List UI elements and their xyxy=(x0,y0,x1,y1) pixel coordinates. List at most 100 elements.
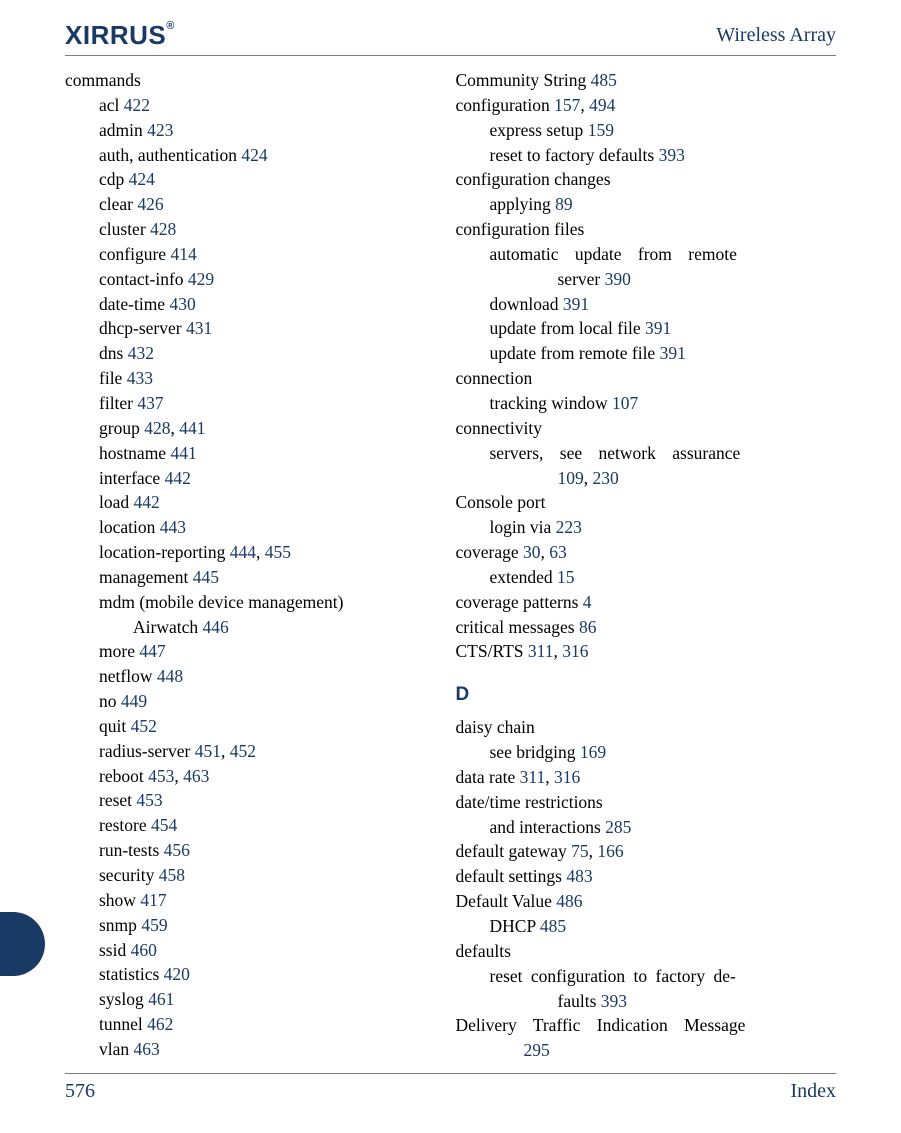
page-ref[interactable]: 417 xyxy=(140,890,166,910)
page-ref[interactable]: 433 xyxy=(127,368,153,388)
index-subentry: update from remote file 391 xyxy=(456,341,837,366)
page-ref[interactable]: 456 xyxy=(164,840,190,860)
page-ref[interactable]: 437 xyxy=(137,393,163,413)
index-entry: reboot 453, 463 xyxy=(65,764,446,789)
index-columns: commands acl 422 admin 423 auth, authent… xyxy=(65,68,836,1063)
page-ref[interactable]: 157 xyxy=(554,95,580,115)
page-ref[interactable]: 459 xyxy=(141,915,167,935)
page-ref[interactable]: 444 xyxy=(230,542,256,562)
index-entry: interface 442 xyxy=(65,466,446,491)
page-ref[interactable]: 422 xyxy=(124,95,150,115)
page-ref[interactable]: 445 xyxy=(193,567,219,587)
page-ref[interactable]: 463 xyxy=(134,1039,160,1059)
page-ref[interactable]: 89 xyxy=(555,194,573,214)
page-ref[interactable]: 393 xyxy=(659,145,685,165)
page-ref[interactable]: 414 xyxy=(170,244,196,264)
page-ref[interactable]: 485 xyxy=(540,916,566,936)
page-ref[interactable]: 86 xyxy=(579,617,597,637)
index-heading: date/time restrictions xyxy=(456,790,837,815)
page-ref[interactable]: 109 xyxy=(558,468,584,488)
page-ref[interactable]: 441 xyxy=(179,418,205,438)
page-ref[interactable]: 455 xyxy=(265,542,291,562)
page-ref[interactable]: 447 xyxy=(139,641,165,661)
page-ref[interactable]: 4 xyxy=(583,592,592,612)
page-ref[interactable]: 454 xyxy=(151,815,177,835)
letter-heading-d: D xyxy=(456,682,837,709)
page-ref[interactable]: 285 xyxy=(605,817,631,837)
page-ref[interactable]: 424 xyxy=(129,169,155,189)
page-ref[interactable]: 166 xyxy=(597,841,623,861)
page-ref[interactable]: 428 xyxy=(150,219,176,239)
page-ref[interactable]: 448 xyxy=(157,666,183,686)
index-entry: reset 453 xyxy=(65,788,446,813)
page-ref[interactable]: 486 xyxy=(556,891,582,911)
index-heading: Console port xyxy=(456,490,837,515)
page-ref[interactable]: 462 xyxy=(147,1014,173,1034)
page-content: XIRRUS® Wireless Array commands acl 422 … xyxy=(0,0,901,1063)
page-ref[interactable]: 428 xyxy=(144,418,170,438)
page-ref[interactable]: 485 xyxy=(591,70,617,90)
page-ref[interactable]: 429 xyxy=(188,269,214,289)
page-ref[interactable]: 442 xyxy=(165,468,191,488)
index-entry: Default Value 486 xyxy=(456,889,837,914)
page-ref[interactable]: 431 xyxy=(186,318,212,338)
page-ref[interactable]: 430 xyxy=(169,294,195,314)
page-ref[interactable]: 391 xyxy=(563,294,589,314)
page-ref[interactable]: 453 xyxy=(148,766,174,786)
page-ref[interactable]: 461 xyxy=(148,989,174,1009)
page-ref[interactable]: 452 xyxy=(230,741,256,761)
page-ref[interactable]: 452 xyxy=(131,716,157,736)
page-ref[interactable]: 295 xyxy=(524,1040,550,1060)
page-ref[interactable]: 458 xyxy=(159,865,185,885)
page-ref[interactable]: 316 xyxy=(562,641,588,661)
page-ref[interactable]: 424 xyxy=(241,145,267,165)
page-ref[interactable]: 451 xyxy=(195,741,221,761)
left-column: commands acl 422 admin 423 auth, authent… xyxy=(65,68,446,1063)
page-ref[interactable]: 449 xyxy=(121,691,147,711)
page-ref[interactable]: 420 xyxy=(164,964,190,984)
page-ref[interactable]: 463 xyxy=(183,766,209,786)
page-ref[interactable]: 169 xyxy=(580,742,606,762)
page-ref[interactable]: 159 xyxy=(588,120,614,140)
page-ref[interactable]: 393 xyxy=(601,991,627,1011)
page-ref[interactable]: 390 xyxy=(605,269,631,289)
page-ref[interactable]: 391 xyxy=(660,343,686,363)
index-subentry: express setup 159 xyxy=(456,118,837,143)
page-ref[interactable]: 311 xyxy=(528,641,554,661)
page-ref[interactable]: 423 xyxy=(147,120,173,140)
index-entry: cluster 428 xyxy=(65,217,446,242)
page-ref[interactable]: 75 xyxy=(571,841,589,861)
page-ref[interactable]: 230 xyxy=(593,468,619,488)
page-ref[interactable]: 441 xyxy=(170,443,196,463)
page-ref[interactable]: 453 xyxy=(136,790,162,810)
index-entry: statistics 420 xyxy=(65,962,446,987)
page-ref[interactable]: 63 xyxy=(549,542,567,562)
index-heading: daisy chain xyxy=(456,715,837,740)
page-ref[interactable]: 391 xyxy=(645,318,671,338)
index-entry: load 442 xyxy=(65,490,446,515)
index-continuation: server 390 xyxy=(456,267,837,292)
index-entry: radius-server 451, 452 xyxy=(65,739,446,764)
page-ref[interactable]: 446 xyxy=(203,617,229,637)
page-ref[interactable]: 494 xyxy=(589,95,615,115)
page-ref[interactable]: 483 xyxy=(566,866,592,886)
page-ref[interactable]: 223 xyxy=(556,517,582,537)
page-ref[interactable]: 30 xyxy=(523,542,541,562)
index-entry: ssid 460 xyxy=(65,938,446,963)
page-ref[interactable]: 443 xyxy=(160,517,186,537)
page-ref[interactable]: 15 xyxy=(557,567,575,587)
page-ref[interactable]: 426 xyxy=(137,194,163,214)
brand-logo: XIRRUS® xyxy=(65,20,177,51)
page-ref[interactable]: 107 xyxy=(612,393,638,413)
page-ref[interactable]: 460 xyxy=(131,940,157,960)
page-ref[interactable]: 311 xyxy=(520,767,546,787)
index-entry: date-time 430 xyxy=(65,292,446,317)
index-entry: netflow 448 xyxy=(65,664,446,689)
page-ref[interactable]: 432 xyxy=(128,343,154,363)
page-ref[interactable]: 316 xyxy=(554,767,580,787)
page-ref[interactable]: 442 xyxy=(134,492,160,512)
index-heading: configuration changes xyxy=(456,167,837,192)
index-subentry: extended 15 xyxy=(456,565,837,590)
index-subentry: automatic update from remote xyxy=(456,242,837,267)
document-title: Wireless Array xyxy=(716,24,836,47)
